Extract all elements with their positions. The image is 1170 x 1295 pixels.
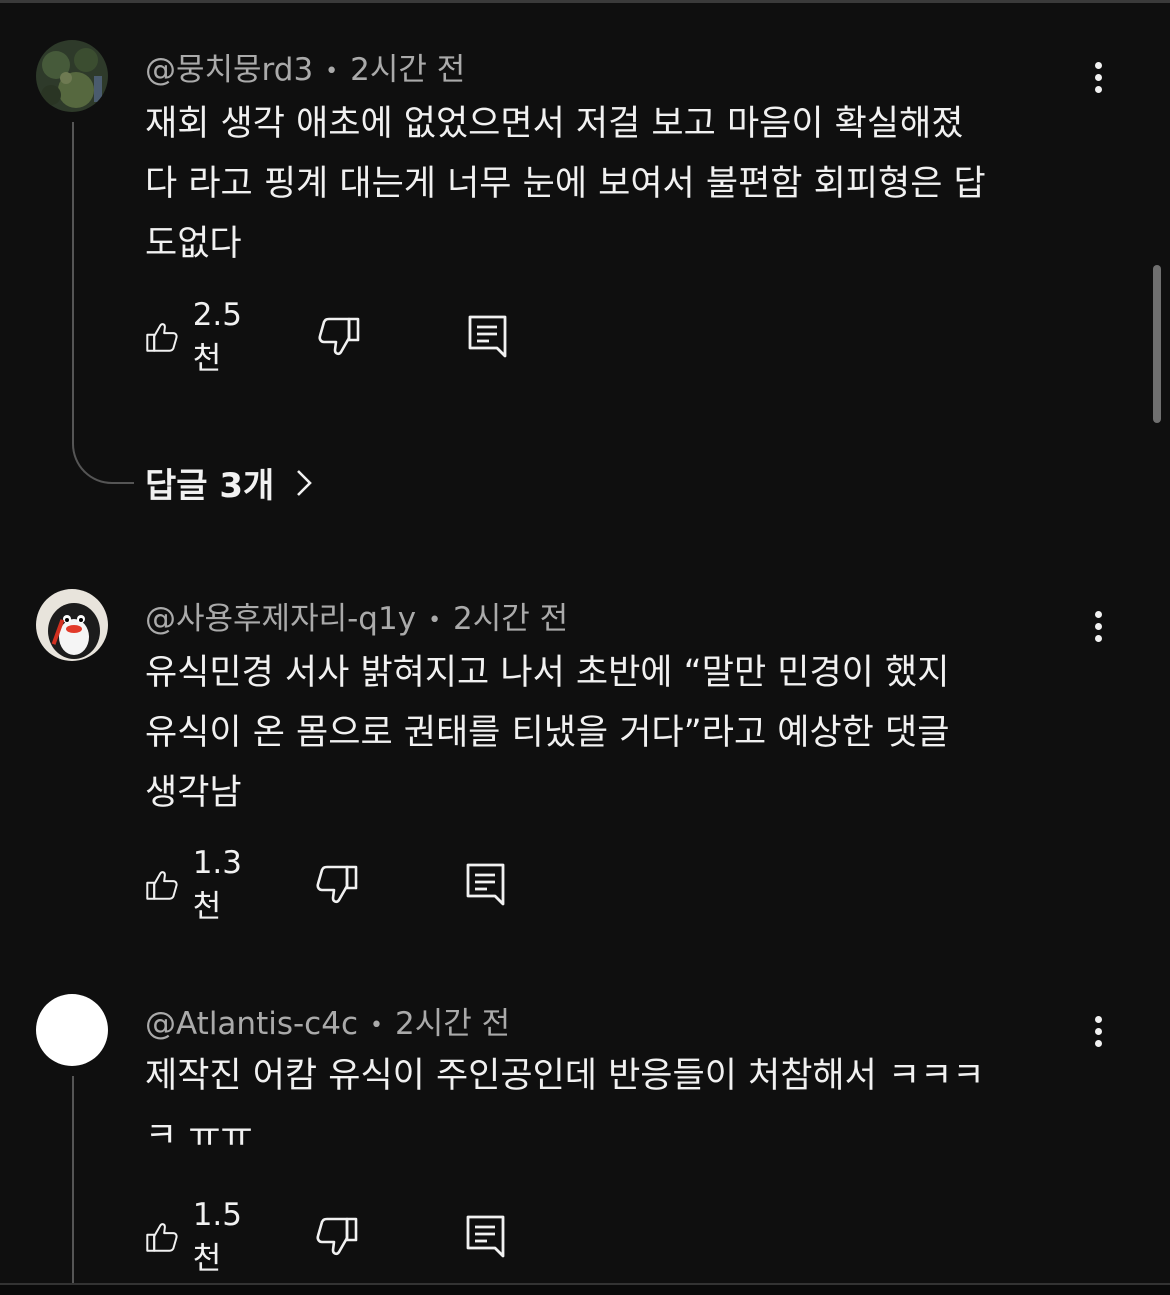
author-name[interactable]: @Atlantis-c4c [145, 1006, 358, 1042]
separator-dot: • [325, 59, 339, 84]
comment-time[interactable]: 2시간 전 [395, 1006, 510, 1042]
comment-text: 재회 생각 애초에 없었으면서 저걸 보고 마음이 확실해졌 다 라고 핑계 대… [145, 94, 1105, 274]
top-border [0, 0, 1170, 3]
thread-line [72, 122, 74, 442]
thumb-down-icon [316, 865, 358, 904]
avatar[interactable] [36, 40, 108, 112]
comment-text: 유식민경 서사 밝혀지고 나서 초반에 “말만 민경이 했지 유식이 온 몸으로… [145, 643, 1105, 823]
comment-reply-icon [466, 863, 505, 906]
thumb-down-icon [316, 1217, 358, 1256]
thumb-down-icon [318, 317, 360, 356]
avatar[interactable] [36, 994, 108, 1066]
comment-line: 유식이 온 몸으로 권태를 티냈을 거다”라고 예상한 댓글 [145, 713, 950, 753]
like-count: 2.5천 [192, 296, 243, 377]
dislike-button[interactable] [317, 314, 361, 360]
author-name[interactable]: @사용후제자리-q1y [145, 601, 416, 637]
comment-text: 제작진 어캄 유식이 주인공인데 반응들이 처참해서 ㅋㅋㅋ ㅋ ㅠㅠ [145, 1046, 1105, 1166]
thumb-up-icon [146, 1223, 178, 1252]
thumb-up-icon [146, 871, 178, 900]
comment-reply-icon [466, 1215, 505, 1258]
chevron-right-icon [297, 469, 313, 496]
author-name[interactable]: @뭉치뭉rd3 [145, 52, 313, 88]
thread-curve [72, 442, 134, 484]
comment-meta: @사용후제자리-q1y • 2시간 전 [145, 593, 568, 638]
comment-reply-icon [468, 315, 507, 358]
reply-button[interactable] [467, 314, 509, 360]
comment-line: 도없다 [145, 224, 242, 264]
separator-dot: • [370, 1013, 383, 1038]
like-count: 1.3천 [192, 844, 243, 925]
comment-line: 제작진 어캄 유식이 주인공인데 반응들이 처참해서 ㅋㅋㅋ [145, 1056, 985, 1096]
thumb-up-icon [146, 323, 178, 352]
dislike-button[interactable] [315, 862, 359, 908]
separator-dot: • [428, 608, 442, 633]
bottom-border [0, 1283, 1170, 1295]
comment-line: 재회 생각 애초에 없었으면서 저걸 보고 마음이 확실해졌 [145, 104, 964, 144]
comment-time[interactable]: 2시간 전 [350, 52, 465, 88]
replies-label: 답글 3개 [145, 466, 275, 506]
scrollbar-thumb[interactable] [1153, 265, 1161, 423]
comment-line: 생각남 [145, 773, 242, 813]
comment-meta: @Atlantis-c4c • 2시간 전 [145, 998, 510, 1043]
more-vert-icon[interactable] [1088, 58, 1108, 98]
comment-time[interactable]: 2시간 전 [453, 601, 568, 637]
thread-line [72, 1076, 74, 1286]
reply-button[interactable] [465, 1214, 507, 1260]
reply-button[interactable] [465, 862, 507, 908]
comment-meta: @뭉치뭉rd3 • 2시간 전 [145, 44, 465, 89]
comment-line: 다 라고 핑계 대는게 너무 눈에 보여서 불편함 회피형은 답 [145, 164, 986, 204]
like-count: 1.5천 [192, 1196, 243, 1277]
like-button[interactable]: 2.5천 [145, 297, 252, 377]
more-vert-icon[interactable] [1088, 607, 1108, 647]
comment-line: 유식민경 서사 밝혀지고 나서 초반에 “말만 민경이 했지 [145, 653, 950, 693]
like-button[interactable]: 1.5천 [145, 1197, 252, 1277]
dislike-button[interactable] [315, 1214, 359, 1260]
avatar[interactable] [36, 589, 108, 661]
view-replies-button[interactable]: 답글 3개 [145, 458, 318, 507]
like-button[interactable]: 1.3천 [145, 845, 252, 925]
comment-line: ㅋ ㅠㅠ [145, 1116, 253, 1156]
